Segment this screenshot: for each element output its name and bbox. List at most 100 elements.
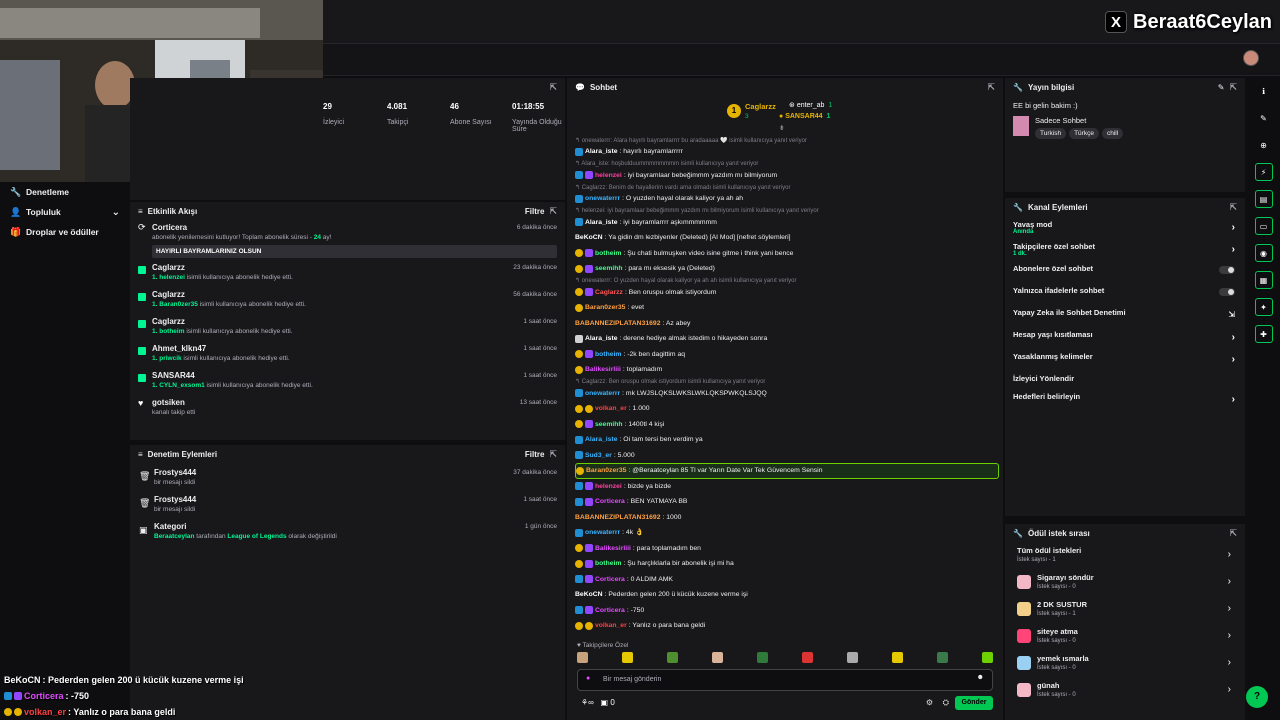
mod-action-item[interactable]: ▣ Kategori Beraatceylan tarafından Leagu… — [130, 518, 565, 545]
mod-icon[interactable]: ⛭ — [943, 698, 949, 708]
chat-username[interactable]: seemihh — [595, 264, 623, 273]
points-display[interactable]: ⚘∞ ▣ 0 — [581, 698, 615, 707]
chat-message[interactable]: Sud3_er: 5.000 — [575, 448, 999, 464]
emote-icon[interactable] — [577, 652, 588, 663]
chat-message[interactable]: onewaterrr: O yuzden hayal olarak kaliyo… — [575, 191, 999, 207]
chat-username[interactable]: Corticera — [595, 606, 625, 615]
tag[interactable]: Türkçe — [1069, 128, 1099, 139]
chevron-down-icon[interactable]: ⇟ — [779, 124, 785, 132]
setting-ai-mod[interactable]: Yapay Zeka ile Sohbet Denetimi ⇲ — [1005, 305, 1245, 327]
popout-icon[interactable]: ⇱ — [1229, 202, 1237, 213]
chat-message[interactable]: Alara_iste: iyi bayramlarrrr aşkımmmmmm — [575, 215, 999, 231]
puzzle-icon[interactable]: ✚ — [1254, 325, 1273, 343]
chat-message[interactable]: Corticera: 0 ALDIM AMK — [575, 572, 999, 588]
hamburger-icon[interactable]: ≡ — [138, 450, 143, 459]
emote-icon[interactable] — [712, 652, 723, 663]
chat-username[interactable]: helenzei — [595, 171, 622, 180]
chat-message[interactable]: Balikesirliii: toplamadım — [575, 362, 999, 378]
broadcast-icon[interactable]: ◉ — [1254, 244, 1273, 262]
chat-message[interactable]: helenzei: iyi bayramlaar bebeğimmm yazdı… — [575, 168, 999, 184]
chat-message[interactable]: BABANNEZIPLATAN31692: 1000 — [575, 510, 999, 526]
chat-message[interactable]: Alara_iste: hayırlı bayramlarrrrr — [575, 144, 999, 160]
chat-username[interactable]: Balikesirliii — [585, 365, 621, 374]
chat-username[interactable]: BeKoCN — [575, 233, 603, 242]
popout-icon[interactable]: ⇱ — [1229, 528, 1237, 539]
emote-icon[interactable] — [667, 652, 678, 663]
tag[interactable]: chill — [1101, 128, 1124, 139]
setting-emote-only[interactable]: Yalnızca ifadelerle sohbet — [1005, 283, 1245, 305]
chat-message[interactable]: botheim: -2k ben dagittim aq — [575, 347, 999, 363]
chat-username[interactable]: Alara_iste — [585, 218, 618, 227]
event-item[interactable]: SANSAR44 1. CYLN_exsom1 isimli kullanıcı… — [130, 369, 565, 396]
emote-icon[interactable] — [982, 652, 993, 663]
chat-username[interactable]: Alara_iste — [585, 147, 618, 156]
chat-message[interactable]: seemihh: para mı eksesik ya (Deleted) — [575, 261, 999, 277]
pencil-icon[interactable]: ✎ — [1255, 109, 1273, 127]
chat-input[interactable]: ● Bir mesaj gönderin ☻ — [577, 669, 993, 691]
chat-message[interactable]: botheim: Şu chati bulmuşken video isine … — [575, 246, 999, 262]
popout-icon[interactable]: ⇱ — [549, 449, 557, 460]
document-icon[interactable]: ▤ — [1254, 190, 1273, 208]
chat-username[interactable]: seemihh — [595, 420, 623, 429]
setting-banned-words[interactable]: Yasaklanmış kelimeler › — [1005, 349, 1245, 371]
chat-username[interactable]: BABANNEZIPLATAN31692 — [575, 319, 660, 328]
event-item[interactable]: ⟳ Corticera abonelik yenilemesini kutluy… — [130, 221, 565, 261]
chat-message[interactable]: BeKoCN: Pederden gelen 200 ü kücük kuzen… — [575, 587, 999, 603]
popout-icon[interactable]: ⇱ — [549, 206, 557, 217]
setting-slow-mode[interactable]: Yavaş mod Anında › — [1005, 217, 1245, 239]
reward-item[interactable]: Sigarayı söndür İstek sayısı - 0 › — [1005, 570, 1245, 597]
chat-message[interactable]: Alara_iste: Oi tam tersi ben verdim ya — [575, 432, 999, 448]
nav-item-denetleme[interactable]: 🔧 Denetleme — [0, 182, 130, 202]
event-item[interactable]: Caglarzz 1. Baran0zer35 isimli kullanıcı… — [130, 288, 565, 315]
edit-icon[interactable]: ✎ — [1218, 83, 1225, 92]
emote-icon[interactable] — [937, 652, 948, 663]
reward-item[interactable]: siteye atma İstek sayısı - 0 › — [1005, 624, 1245, 651]
emote-icon[interactable] — [847, 652, 858, 663]
chat-username[interactable]: botheim — [595, 350, 621, 359]
chat-username[interactable]: BABANNEZIPLATAN31692 — [575, 513, 660, 522]
chat-username[interactable]: volkan_er — [595, 404, 627, 413]
chat-message[interactable]: volkan_er: 1.000 — [575, 401, 999, 417]
chat-username[interactable]: onewaterrr — [585, 528, 620, 537]
chat-message[interactable]: Corticera: -750 — [575, 603, 999, 619]
event-item[interactable]: Caglarzz 1. botheim isimli kullanıcıya a… — [130, 315, 565, 342]
crosshair-icon[interactable]: ⊕ — [1255, 136, 1273, 154]
event-item[interactable]: Ahmet_klkn47 1. priwcik isimli kullanıcı… — [130, 342, 565, 369]
chat-username[interactable]: onewaterrr — [585, 194, 620, 203]
tag[interactable]: Turkish — [1035, 128, 1067, 139]
chat-username[interactable]: Alara_iste — [585, 435, 618, 444]
chat-username[interactable]: volkan_er — [595, 621, 627, 630]
emote-icon[interactable] — [892, 652, 903, 663]
setting-goals[interactable]: Hedefleri belirleyin › — [1005, 389, 1245, 411]
popout-icon[interactable]: ⇱ — [549, 82, 557, 93]
chat-message[interactable]: Baran0zer35: @Beraatceylan 85 Tl var Yar… — [575, 463, 999, 479]
emote-icon[interactable] — [802, 652, 813, 663]
emote-icon[interactable] — [757, 652, 768, 663]
event-item[interactable]: Caglarzz 1. helenzei isimli kullanıcıya … — [130, 261, 565, 288]
filter-button[interactable]: Filtre — [525, 450, 545, 459]
chat-message[interactable]: helenzei: bizde ya bizde — [575, 479, 999, 495]
reward-item[interactable]: 2 DK SUSTUR İstek sayısı - 1 › — [1005, 597, 1245, 624]
chat-message[interactable]: Corticera: BEN YATMAYA BB — [575, 494, 999, 510]
chat-username[interactable]: Corticera — [595, 575, 625, 584]
settings-icon[interactable]: ⚙ — [926, 698, 933, 707]
chat-username[interactable]: helenzei — [595, 482, 622, 491]
chat-message[interactable]: Alara_iste: derene hediye almak istedim … — [575, 331, 999, 347]
info-icon[interactable]: ℹ — [1255, 82, 1273, 100]
popout-icon[interactable]: ⇱ — [1229, 82, 1237, 93]
chat-username[interactable]: Balikesirliii — [595, 544, 631, 553]
chat-message[interactable]: BeKoCN: Ya gidin dm lezbiyenler (Deleted… — [575, 230, 999, 246]
chat-message[interactable]: seemihh: 1400tl 4 kişi — [575, 417, 999, 433]
chat-username[interactable]: BeKoCN — [575, 590, 603, 599]
chat-message[interactable]: volkan_er: Yanlız o para bana geldi — [575, 618, 999, 634]
chat-message[interactable]: botheim: Şu harçlıklarla bir abonelik iş… — [575, 556, 999, 572]
reward-item[interactable]: yemek ısmarla İstek sayısı - 0 › — [1005, 651, 1245, 678]
chat-username[interactable]: Baran0zer35 — [585, 303, 625, 312]
mod-action-item[interactable]: 🗑 Frostys444 bir mesajı sildi 37 dakika … — [130, 464, 565, 491]
chat-message[interactable]: Caglarzz: Ben oruspu olmak istiyordum — [575, 285, 999, 301]
chat-username[interactable]: Baran0zer35 — [586, 466, 626, 475]
setting-subs-only[interactable]: Abonelere özel sohbet — [1005, 261, 1245, 283]
mic-icon[interactable]: ● — [586, 675, 590, 682]
chat-message[interactable]: onewaterrr: mk LWJSLQKSLWKSLWKLQKSPWKQLS… — [575, 386, 999, 402]
chat-message[interactable]: onewaterrr: 4k 👌 — [575, 525, 999, 541]
